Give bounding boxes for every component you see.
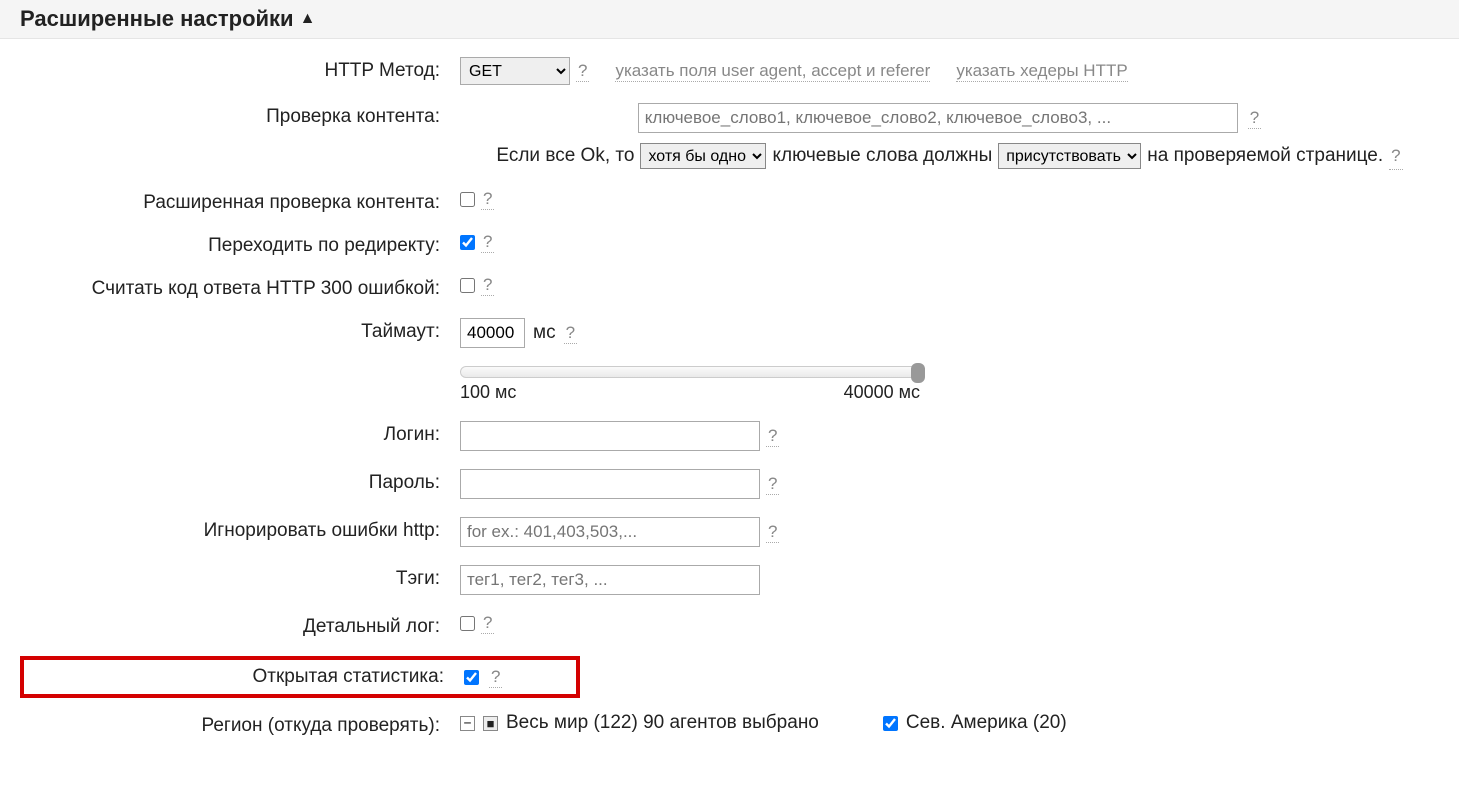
timeout-label: Таймаут:: [20, 318, 460, 343]
password-input[interactable]: [460, 469, 760, 499]
region-world-checkbox[interactable]: ■: [483, 716, 498, 731]
help-icon[interactable]: ?: [481, 613, 494, 634]
follow-redirect-label: Переходить по редиректу:: [20, 232, 460, 257]
help-icon[interactable]: ?: [564, 323, 577, 344]
chevron-up-icon: ▲: [300, 10, 316, 28]
help-icon[interactable]: ?: [576, 61, 589, 82]
help-icon[interactable]: ?: [481, 232, 494, 253]
detailed-log-checkbox[interactable]: [460, 616, 475, 631]
http-method-label: HTTP Метод:: [20, 57, 460, 82]
help-icon[interactable]: ?: [766, 426, 779, 447]
region-label: Регион (откуда проверять):: [20, 712, 460, 737]
content-explain-mid: ключевые слова должны: [772, 141, 992, 171]
advanced-settings-title: Расширенные настройки: [20, 6, 294, 32]
password-label: Пароль:: [20, 469, 460, 494]
content-check-label: Проверка контента:: [20, 103, 460, 128]
ext-content-check-label: Расширенная проверка контента:: [20, 189, 460, 214]
region-north-america-label: Сев. Америка (20): [906, 712, 1067, 734]
help-icon[interactable]: ?: [481, 189, 494, 210]
help-icon[interactable]: ?: [1389, 142, 1402, 170]
ext-content-check-checkbox[interactable]: [460, 192, 475, 207]
timeout-slider[interactable]: [460, 366, 920, 378]
content-explain-suffix: на проверяемой странице.: [1147, 141, 1383, 171]
slider-max-label: 40000 мс: [844, 382, 920, 403]
http-method-select[interactable]: GET: [460, 57, 570, 85]
region-world-label: Весь мир (122) 90 агентов выбрано: [506, 712, 819, 734]
ignore-http-label: Игнорировать ошибки http:: [20, 517, 460, 542]
http-300-error-label: Считать код ответа HTTP 300 ошибкой:: [20, 275, 460, 300]
open-stats-checkbox[interactable]: [464, 670, 479, 685]
slider-thumb[interactable]: [911, 363, 925, 383]
open-stats-label: Открытая статистика:: [24, 666, 464, 688]
timeout-input[interactable]: [460, 318, 525, 348]
help-icon[interactable]: ?: [489, 667, 502, 688]
advanced-settings-header[interactable]: Расширенные настройки ▲: [20, 6, 1439, 32]
tags-label: Тэги:: [20, 565, 460, 590]
slider-min-label: 100 мс: [460, 382, 516, 403]
ignore-http-input[interactable]: [460, 517, 760, 547]
follow-redirect-checkbox[interactable]: [460, 235, 475, 250]
login-input[interactable]: [460, 421, 760, 451]
content-match-mode-select[interactable]: хотя бы одно: [640, 143, 766, 169]
content-check-input[interactable]: [638, 103, 1238, 133]
region-north-america-checkbox[interactable]: [883, 716, 898, 731]
help-icon[interactable]: ?: [1248, 108, 1261, 129]
user-agent-link[interactable]: указать поля user agent, accept и refere…: [615, 61, 930, 82]
timeout-unit: мс: [533, 322, 556, 344]
tags-input[interactable]: [460, 565, 760, 595]
detailed-log-label: Детальный лог:: [20, 613, 460, 638]
http-headers-link[interactable]: указать хедеры HTTP: [956, 61, 1127, 82]
content-explain-prefix: Если все Ok, то: [496, 141, 634, 171]
help-icon[interactable]: ?: [481, 275, 494, 296]
help-icon[interactable]: ?: [766, 522, 779, 543]
tree-collapse-icon[interactable]: −: [460, 716, 475, 731]
http-300-error-checkbox[interactable]: [460, 278, 475, 293]
open-stats-highlight: Открытая статистика: ?: [20, 656, 580, 698]
content-presence-select[interactable]: присутствовать: [998, 143, 1141, 169]
help-icon[interactable]: ?: [766, 474, 779, 495]
login-label: Логин:: [20, 421, 460, 446]
